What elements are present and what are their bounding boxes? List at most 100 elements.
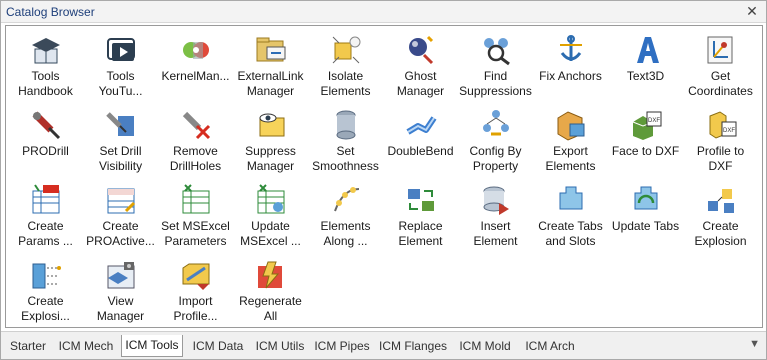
tool-label: Get Coordinates: [688, 69, 753, 98]
tool-config-property-button[interactable]: Config By Property: [458, 104, 533, 178]
tab-icm-mech[interactable]: ICM Mech: [53, 336, 119, 356]
update-tabs-icon: [634, 186, 658, 210]
replace-element-icon: [408, 189, 434, 211]
title-bar: Catalog Browser ✕: [1, 1, 766, 23]
tool-replace-element-button[interactable]: Replace Element: [383, 179, 458, 253]
isolate-icon: [332, 36, 361, 64]
tool-label: Config By Property: [469, 144, 522, 173]
tool-label: Set Drill Visibility: [98, 144, 143, 173]
update-excel-icon: [257, 184, 285, 214]
catalog-browser-window: Catalog Browser ✕ Tools Handbook Tools Yo…: [0, 0, 767, 360]
svg-text:DXF: DXF: [648, 118, 660, 124]
catalog-tab-bar: ▼ Starter ICM Mech ICM Tools ICM Data ICM Ut…: [1, 331, 766, 359]
tab-icm-flanges[interactable]: ICM Flanges: [375, 336, 451, 356]
tool-ghost-button[interactable]: Ghost Manager: [383, 29, 458, 103]
tool-import-profile-button[interactable]: Import Profile...: [158, 254, 233, 328]
tool-proactive-button[interactable]: Create PROActive...: [83, 179, 158, 253]
tab-icm-utils[interactable]: ICM Utils: [249, 336, 311, 356]
export-elements-icon: [557, 111, 585, 141]
tool-label: Tools Handbook: [18, 69, 73, 98]
tool-excel-params-button[interactable]: Set MSExcel Parameters: [158, 179, 233, 253]
tool-label: PRODrill: [22, 144, 69, 158]
tool-update-excel-button[interactable]: Update MSExcel ...: [233, 179, 308, 253]
tool-label: View Manager: [96, 294, 145, 323]
tool-label: Remove DrillHoles: [169, 144, 222, 173]
tool-update-tabs-button[interactable]: Update Tabs: [608, 179, 683, 253]
tool-label: Text3D: [626, 69, 665, 83]
create-params-icon: [32, 184, 60, 214]
tool-create-params-button[interactable]: Create Params ...: [8, 179, 83, 253]
tab-icm-pipes[interactable]: ICM Pipes: [311, 336, 373, 356]
tool-label: Tools YouTu...: [98, 69, 143, 98]
tool-explosion-button[interactable]: Create Explosion: [683, 179, 758, 253]
tool-drill-visibility-button[interactable]: Set Drill Visibility: [83, 104, 158, 178]
tool-remove-drillholes-button[interactable]: Remove DrillHoles: [158, 104, 233, 178]
tool-handbook-button[interactable]: Tools Handbook: [8, 29, 83, 103]
tool-regenerate-button[interactable]: Regenerate All: [233, 254, 308, 328]
tool-label: Find Suppressions: [459, 69, 532, 98]
tool-get-coordinates-button[interactable]: Get Coordinates: [683, 29, 758, 103]
kernel-manager-icon: [183, 42, 209, 59]
tool-label: Face to DXF: [611, 144, 680, 158]
tool-text3d-button[interactable]: Text3D: [608, 29, 683, 103]
smoothness-icon: [336, 110, 356, 140]
tool-label: Profile to DXF: [696, 144, 745, 173]
tool-label: Update MSExcel ...: [240, 219, 301, 248]
tool-find-suppressions-button[interactable]: Find Suppressions: [458, 29, 533, 103]
tool-label: Fix Anchors: [539, 69, 602, 83]
proactive-icon: [107, 188, 136, 214]
tool-view-manager-button[interactable]: View Manager: [83, 254, 158, 328]
tool-youtube-button[interactable]: Tools YouTu...: [83, 29, 158, 103]
tool-fix-anchors-button[interactable]: Fix Anchors: [533, 29, 608, 103]
tab-starter[interactable]: Starter: [5, 336, 51, 356]
tool-label: Isolate Elements: [320, 69, 371, 98]
view-manager-icon: [107, 262, 135, 289]
ghost-icon: [409, 35, 434, 65]
tool-label: Create Explosion: [694, 219, 747, 248]
tool-export-elements-button[interactable]: Export Elements: [533, 104, 608, 178]
tool-prodrill-button[interactable]: PRODrill: [8, 104, 83, 178]
tool-face-dxf-button[interactable]: DXF Face to DXF: [608, 104, 683, 178]
tool-label: Set MSExcel Parameters: [161, 219, 230, 248]
tool-smoothness-button[interactable]: Set Smoothness: [308, 104, 383, 178]
tool-suppress-manager-button[interactable]: Suppress Manager: [233, 104, 308, 178]
tool-external-link-button[interactable]: ExternalLink Manager: [233, 29, 308, 103]
drill-visibility-icon: [106, 112, 134, 136]
tool-label: Create Tabs and Slots: [538, 219, 603, 248]
tool-label: Set Smoothness: [312, 144, 379, 173]
tool-label: Update Tabs: [611, 219, 680, 233]
fix-anchors-icon: [560, 35, 582, 61]
tool-label: Create PROActive...: [86, 219, 155, 248]
tab-icm-data[interactable]: ICM Data: [187, 336, 249, 356]
explosion-icon: [708, 189, 734, 213]
tool-label: Replace Element: [398, 219, 443, 248]
handbook-icon: [32, 38, 60, 64]
tool-elements-along-button[interactable]: Elements Along ...: [308, 179, 383, 253]
tab-menu-chevron-down-icon[interactable]: ▼: [749, 338, 760, 350]
insert-element-icon: [483, 186, 509, 215]
tool-insert-element-button[interactable]: Insert Element: [458, 179, 533, 253]
tab-icm-tools[interactable]: ICM Tools: [121, 335, 183, 357]
regenerate-icon: [258, 261, 282, 289]
elements-along-icon: [334, 187, 360, 212]
tab-icm-arch[interactable]: ICM Arch: [519, 336, 581, 356]
tab-icm-mold[interactable]: ICM Mold: [453, 336, 517, 356]
tool-isolate-button[interactable]: Isolate Elements: [308, 29, 383, 103]
tool-label: Insert Element: [473, 219, 518, 248]
import-profile-icon: [182, 263, 210, 290]
tool-label: KernelMan...: [161, 69, 230, 83]
window-title: Catalog Browser: [6, 5, 95, 19]
tool-kernel-manager-button[interactable]: KernelMan...: [158, 29, 233, 103]
get-coordinates-icon: [707, 36, 733, 64]
tool-label: DoubleBend: [387, 144, 454, 158]
tool-profile-dxf-button[interactable]: DXF Profile to DXF: [683, 104, 758, 178]
tool-explosion-lines-button[interactable]: Create Explosi...: [8, 254, 83, 328]
face-dxf-icon: DXF: [632, 111, 662, 140]
tool-double-bend-button[interactable]: DoubleBend: [383, 104, 458, 178]
tool-label: Create Params ...: [18, 219, 73, 248]
tool-label: Create Explosi...: [21, 294, 70, 323]
close-button[interactable]: ✕: [744, 3, 760, 19]
tool-tabs-slots-button[interactable]: Create Tabs and Slots: [533, 179, 608, 253]
excel-params-icon: [182, 184, 210, 214]
double-bend-icon: [406, 116, 437, 135]
